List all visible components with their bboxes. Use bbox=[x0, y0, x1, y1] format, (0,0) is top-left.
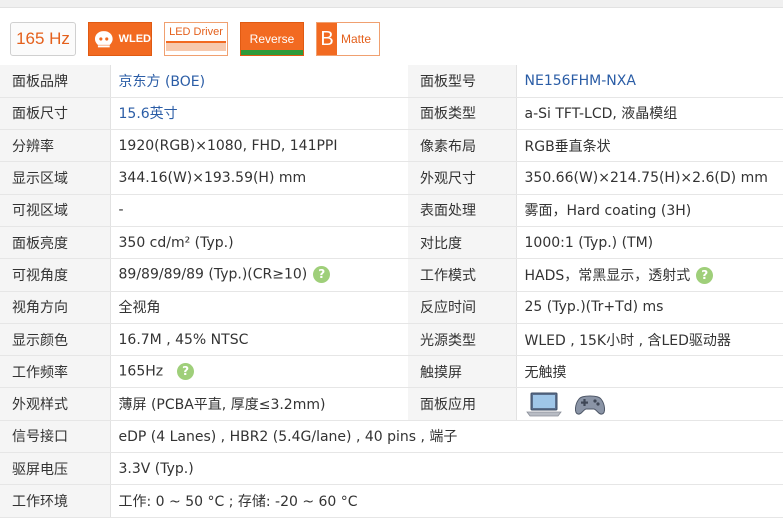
led-driver-badge[interactable]: LED Driver bbox=[164, 22, 228, 56]
spec-label: 工作模式 bbox=[408, 258, 517, 292]
table-row: 外观样式 薄屏 (PCBA平直, 厚度≤3.2mm) 面板应用 bbox=[0, 387, 783, 421]
matte-badge-letter: B bbox=[317, 23, 337, 55]
spec-value: WLED , 15K小时 , 含LED驱动器 bbox=[516, 323, 783, 357]
spec-label: 触摸屏 bbox=[408, 355, 517, 389]
spec-label: 显示区域 bbox=[0, 161, 111, 195]
top-strip bbox=[0, 0, 783, 8]
spec-value: 工作: 0 ~ 50 °C ; 存储: -20 ~ 60 °C bbox=[110, 484, 783, 518]
refresh-rate-badge[interactable]: 165 Hz bbox=[10, 22, 76, 56]
spec-value-with-help: 89/89/89/89 (Typ.)(CR≥10)? bbox=[110, 258, 408, 292]
help-icon[interactable]: ? bbox=[696, 267, 714, 285]
reverse-badge[interactable]: Reverse bbox=[240, 22, 304, 56]
spec-value: 89/89/89/89 (Typ.)(CR≥10) bbox=[118, 266, 308, 283]
table-row: 面板品牌 京东方 (BOE) 面板型号 NE156FHM-NXA bbox=[0, 65, 783, 98]
spec-value-with-help: HADS，常黑显示，透射式? bbox=[516, 258, 783, 292]
table-row: 面板尺寸 15.6英寸 面板类型 a-Si TFT-LCD, 液晶模组 bbox=[0, 97, 783, 131]
table-row: 分辨率 1920(RGB)×1080, FHD, 141PPI 像素布局 RGB… bbox=[0, 129, 783, 163]
spec-label: 可视区域 bbox=[0, 194, 111, 227]
gamepad-icon[interactable] bbox=[573, 391, 607, 417]
spec-value: a-Si TFT-LCD, 液晶模组 bbox=[516, 97, 783, 131]
spec-value: 350.66(W)×214.75(H)×2.6(D) mm bbox=[516, 161, 783, 195]
reverse-badge-stripe bbox=[241, 50, 303, 55]
spec-label: 对比度 bbox=[408, 226, 517, 260]
spec-value: eDP (4 Lanes) , HBR2 (5.4G/lane) , 40 pi… bbox=[110, 420, 783, 454]
spec-value-with-help: 165Hz? bbox=[110, 355, 408, 389]
spec-value: 3.3V (Typ.) bbox=[110, 452, 783, 486]
spec-label: 外观尺寸 bbox=[408, 161, 517, 195]
spec-value: 344.16(W)×193.59(H) mm bbox=[110, 161, 408, 195]
spec-value: 165Hz bbox=[118, 363, 164, 380]
brand-link[interactable]: 京东方 (BOE) bbox=[110, 65, 408, 98]
spec-label: 面板品牌 bbox=[0, 65, 111, 98]
spec-label: 反应时间 bbox=[408, 291, 517, 324]
spec-value: 无触摸 bbox=[516, 355, 783, 389]
laptop-icon[interactable] bbox=[525, 391, 563, 417]
spec-value: 1920(RGB)×1080, FHD, 141PPI bbox=[110, 129, 408, 163]
spec-value: 25 (Typ.)(Tr+Td) ms bbox=[516, 291, 783, 324]
spec-label: 外观样式 bbox=[0, 387, 111, 421]
spec-value: - bbox=[110, 194, 408, 227]
help-icon[interactable]: ? bbox=[313, 266, 331, 284]
reverse-badge-label: Reverse bbox=[249, 32, 295, 46]
spec-label: 面板应用 bbox=[408, 387, 517, 421]
spec-value: 1000:1 (Typ.) (TM) bbox=[516, 226, 783, 260]
spec-label: 分辨率 bbox=[0, 129, 111, 163]
help-icon[interactable]: ? bbox=[177, 363, 195, 381]
table-row: 可视区域 - 表面处理 雾面，Hard coating (3H) bbox=[0, 194, 783, 227]
wled-badge-label: WLED bbox=[118, 33, 151, 45]
backlight-bulb-icon bbox=[94, 31, 113, 48]
model-link[interactable]: NE156FHM-NXA bbox=[516, 65, 783, 98]
spec-label: 光源类型 bbox=[408, 323, 517, 357]
wled-badge[interactable]: WLED bbox=[88, 22, 152, 56]
spec-value: 雾面，Hard coating (3H) bbox=[516, 194, 783, 227]
feature-badges: 165 Hz WLED LED Driver Reverse B Matte bbox=[0, 8, 783, 64]
spec-value: HADS，常黑显示，透射式 bbox=[524, 267, 691, 284]
spec-label: 面板型号 bbox=[408, 65, 517, 98]
table-row: 显示颜色 16.7M , 45% NTSC 光源类型 WLED , 15K小时 … bbox=[0, 323, 783, 357]
spec-label: 驱屏电压 bbox=[0, 452, 111, 486]
spec-label: 显示颜色 bbox=[0, 323, 111, 357]
matte-badge-label: Matte bbox=[341, 32, 372, 46]
table-row: 驱屏电压 3.3V (Typ.) bbox=[0, 452, 783, 486]
spec-value: 全视角 bbox=[110, 291, 408, 324]
table-row: 可视角度 89/89/89/89 (Typ.)(CR≥10)? 工作模式 HAD… bbox=[0, 258, 783, 292]
size-link[interactable]: 15.6英寸 bbox=[110, 97, 408, 131]
spec-value: 16.7M , 45% NTSC bbox=[110, 323, 408, 357]
led-driver-badge-label: LED Driver bbox=[169, 26, 223, 38]
spec-label: 工作频率 bbox=[0, 355, 111, 389]
matte-badge[interactable]: B Matte bbox=[316, 22, 380, 56]
spec-label: 像素布局 bbox=[408, 129, 517, 163]
spec-table: 面板品牌 京东方 (BOE) 面板型号 NE156FHM-NXA 面板尺寸 15… bbox=[0, 65, 783, 518]
table-row: 工作环境 工作: 0 ~ 50 °C ; 存储: -20 ~ 60 °C bbox=[0, 484, 783, 518]
table-row: 工作频率 165Hz? 触摸屏 无触摸 bbox=[0, 355, 783, 389]
spec-value: 350 cd/m² (Typ.) bbox=[110, 226, 408, 260]
table-row: 视角方向 全视角 反应时间 25 (Typ.)(Tr+Td) ms bbox=[0, 291, 783, 324]
spec-label: 面板亮度 bbox=[0, 226, 111, 260]
table-row: 面板亮度 350 cd/m² (Typ.) 对比度 1000:1 (Typ.) … bbox=[0, 226, 783, 260]
led-driver-bar bbox=[166, 41, 226, 51]
spec-label: 工作环境 bbox=[0, 484, 111, 518]
spec-label: 表面处理 bbox=[408, 194, 517, 227]
table-row: 信号接口 eDP (4 Lanes) , HBR2 (5.4G/lane) , … bbox=[0, 420, 783, 454]
spec-label: 面板类型 bbox=[408, 97, 517, 131]
spec-value: RGB垂直条状 bbox=[516, 129, 783, 163]
spec-value: 薄屏 (PCBA平直, 厚度≤3.2mm) bbox=[110, 387, 408, 421]
table-row: 显示区域 344.16(W)×193.59(H) mm 外观尺寸 350.66(… bbox=[0, 161, 783, 195]
spec-label: 可视角度 bbox=[0, 258, 111, 292]
spec-label: 视角方向 bbox=[0, 291, 111, 324]
refresh-rate-badge-label: 165 Hz bbox=[16, 29, 70, 48]
spec-label: 面板尺寸 bbox=[0, 97, 111, 131]
spec-label: 信号接口 bbox=[0, 420, 111, 454]
app-icons bbox=[516, 387, 783, 421]
